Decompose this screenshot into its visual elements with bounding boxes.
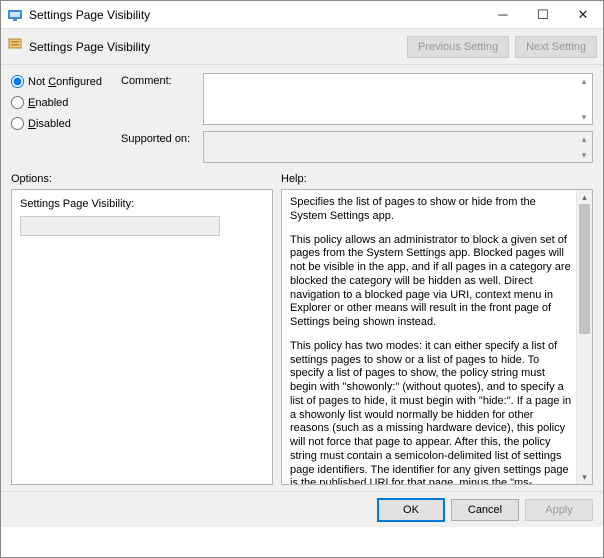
help-panel: Specifies the list of pages to show or h… (281, 189, 593, 485)
radio-enabled-input[interactable] (11, 96, 24, 109)
ok-button[interactable]: OK (377, 498, 445, 522)
policy-icon (7, 37, 23, 56)
comment-scrollbar[interactable]: ▴ ▾ (576, 74, 592, 124)
radio-disabled-input[interactable] (11, 117, 24, 130)
scroll-up-icon[interactable]: ▴ (576, 74, 592, 88)
titlebar: Settings Page Visibility ─ ☐ ✕ (1, 1, 603, 29)
config-area: Not Configured Enabled Disabled Comment:… (1, 65, 603, 167)
apply-button[interactable]: Apply (525, 499, 593, 521)
radio-enabled[interactable]: Enabled (11, 96, 121, 109)
radio-disabled[interactable]: Disabled (11, 117, 121, 130)
fields: Comment: ▴ ▾ Supported on: ▴ ▾ (121, 73, 593, 163)
supported-label: Supported on: (121, 131, 199, 145)
supported-scrollbar[interactable]: ▴ ▾ (576, 132, 592, 162)
options-field-label: Settings Page Visibility: (20, 198, 264, 210)
window-title: Settings Page Visibility (29, 8, 483, 22)
options-panel: Settings Page Visibility: (11, 189, 273, 485)
help-scrollbar[interactable]: ▴ ▾ (576, 190, 592, 484)
options-heading: Options: (11, 173, 281, 185)
window-controls: ─ ☐ ✕ (483, 1, 603, 28)
previous-setting-button[interactable]: Previous Setting (407, 36, 509, 58)
cancel-button[interactable]: Cancel (451, 499, 519, 521)
policy-title: Settings Page Visibility (29, 40, 401, 54)
section-labels: Options: Help: (1, 167, 603, 187)
scroll-thumb[interactable] (579, 204, 590, 334)
radio-not-configured-input[interactable] (11, 75, 24, 88)
comment-row: Comment: ▴ ▾ (121, 73, 593, 125)
state-radios: Not Configured Enabled Disabled (11, 73, 121, 163)
radio-disabled-label: Disabled (28, 118, 71, 130)
app-icon (7, 7, 23, 23)
comment-input[interactable]: ▴ ▾ (203, 73, 593, 125)
supported-display: ▴ ▾ (203, 131, 593, 163)
options-field-input[interactable] (20, 216, 220, 236)
scroll-down-icon[interactable]: ▾ (576, 148, 592, 162)
radio-not-configured[interactable]: Not Configured (11, 75, 121, 88)
lower-panels: Settings Page Visibility: Specifies the … (1, 187, 603, 491)
minimize-button[interactable]: ─ (483, 1, 523, 28)
subheader: Settings Page Visibility Previous Settin… (1, 29, 603, 65)
radio-enabled-label: Enabled (28, 97, 68, 109)
help-text: Specifies the list of pages to show or h… (282, 190, 576, 484)
maximize-button[interactable]: ☐ (523, 1, 563, 28)
next-setting-button[interactable]: Next Setting (515, 36, 597, 58)
dialog-buttons: OK Cancel Apply (1, 491, 603, 527)
scroll-down-icon[interactable]: ▾ (577, 470, 592, 484)
help-paragraph: This policy allows an administrator to b… (290, 234, 572, 330)
radio-not-configured-label: Not Configured (28, 76, 102, 88)
supported-row: Supported on: ▴ ▾ (121, 131, 593, 163)
scroll-up-icon[interactable]: ▴ (576, 132, 592, 146)
help-paragraph: Specifies the list of pages to show or h… (290, 196, 572, 224)
help-paragraph: This policy has two modes: it can either… (290, 340, 572, 484)
close-button[interactable]: ✕ (563, 1, 603, 28)
scroll-up-icon[interactable]: ▴ (577, 190, 592, 204)
help-heading: Help: (281, 173, 307, 185)
comment-label: Comment: (121, 73, 199, 87)
scroll-down-icon[interactable]: ▾ (576, 110, 592, 124)
